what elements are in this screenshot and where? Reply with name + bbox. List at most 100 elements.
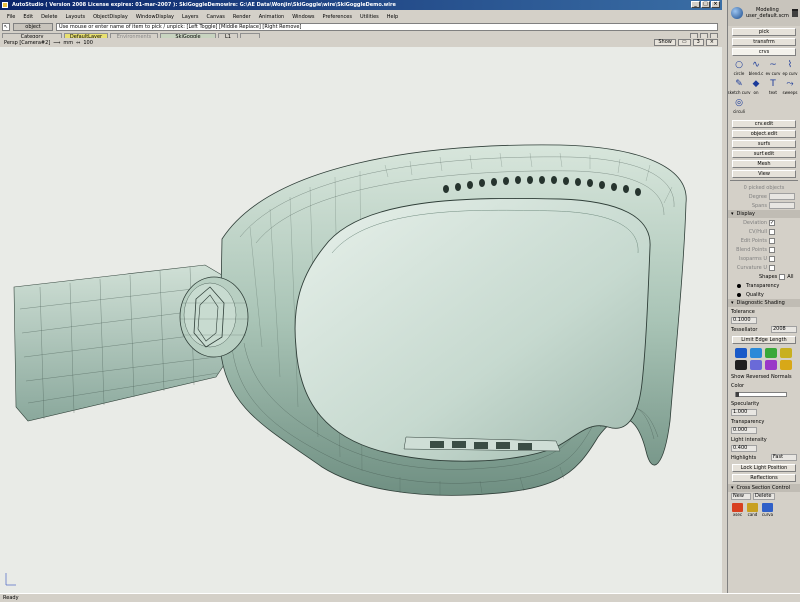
degree-field[interactable]	[769, 193, 795, 200]
menu-animation[interactable]: Animation	[255, 14, 289, 20]
menu-edit[interactable]: Edit	[19, 14, 37, 20]
section-mesh[interactable]: Mesh	[732, 160, 796, 168]
menu-preferences[interactable]: Preferences	[319, 14, 356, 20]
divider	[730, 180, 798, 181]
close-view-icon[interactable]: ×	[705, 39, 718, 46]
tolerance-field[interactable]: 0.1000	[731, 317, 757, 324]
specularity-label: Specularity	[731, 400, 760, 407]
section-crv-edit[interactable]: crv.edit	[732, 120, 796, 128]
maximize-view-icon[interactable]: ▭	[677, 39, 691, 46]
palette-header: Modeling user_default.scm	[728, 0, 800, 26]
globe-icon[interactable]	[731, 7, 743, 19]
xsec-icon	[732, 503, 743, 512]
menu-delete[interactable]: Delete	[37, 14, 61, 20]
menu-windows[interactable]: Windows	[288, 14, 318, 20]
highlights-field[interactable]: Fast	[771, 454, 797, 461]
blendpoints-checkbox[interactable]	[769, 246, 775, 253]
minimize-button[interactable]: _	[691, 1, 700, 8]
shader-swatch[interactable]	[750, 360, 762, 370]
shader-swatch[interactable]	[765, 348, 777, 358]
curvature-checkbox[interactable]	[769, 264, 775, 271]
shader-swatch[interactable]	[765, 360, 777, 370]
view-count[interactable]: 3	[692, 39, 704, 46]
tolerance-label: Tolerance	[731, 308, 755, 315]
axis-gizmo	[5, 573, 16, 586]
tool-text[interactable]: Ttext	[765, 79, 781, 97]
selection-info: 0 picked objects	[743, 184, 785, 191]
trash-icon[interactable]	[791, 9, 798, 17]
curve-tools: ○ circle ∿ blend.c ~ ev curv ⌇ ep curv ✎ sket…	[728, 58, 800, 118]
display-blendpoints-label: Blend Points	[736, 246, 767, 253]
tool-blend-curve[interactable]: ∿ blend.c	[748, 60, 764, 78]
menu-utilities[interactable]: Utilities	[356, 14, 383, 20]
menu-windowdisplay[interactable]: WindowDisplay	[132, 14, 178, 20]
transparency-field[interactable]: 0.000	[731, 427, 757, 434]
tool-sweeps[interactable]: ⤳ sweeps	[782, 79, 798, 97]
ski-goggle-model	[5, 144, 687, 586]
menu-layouts[interactable]: Layouts	[62, 14, 90, 20]
tool-on-surface[interactable]: ◆ on	[748, 79, 764, 97]
reflections-button[interactable]: Reflections	[732, 474, 796, 482]
display-header[interactable]: ▾ Display	[728, 210, 800, 218]
menu-layers[interactable]: Layers	[178, 14, 203, 20]
quality-option: Quality	[746, 291, 764, 298]
units-label: mm	[63, 39, 74, 46]
section-surf-edit[interactable]: surf.edit	[732, 150, 796, 158]
tool-circuli[interactable]: ◎ circuli	[731, 98, 747, 116]
pick-mode-field[interactable]: object	[13, 22, 53, 31]
tool-ep-curve[interactable]: ⌇ ep curv	[782, 60, 798, 78]
tab-transfrm[interactable]: transfrm	[732, 38, 796, 46]
maximize-button[interactable]: □	[701, 1, 710, 8]
color-slider[interactable]	[735, 392, 787, 397]
menu-help[interactable]: Help	[383, 14, 402, 20]
lock-light-button[interactable]: Lock Light Position	[732, 464, 796, 472]
shader-swatch[interactable]	[780, 348, 792, 358]
goggle-lens	[294, 197, 651, 462]
section-surfs[interactable]: surfs	[732, 140, 796, 148]
cvhull-checkbox[interactable]	[769, 228, 775, 235]
command-prompt[interactable]: Use mouse or enter name of item to pick …	[56, 22, 718, 31]
section-object-edit[interactable]: object.edit	[732, 130, 796, 138]
perspective-viewport[interactable]	[0, 47, 722, 593]
shader-swatch[interactable]	[780, 360, 792, 370]
limit-edge-length-button[interactable]: Limit Edge Length	[732, 336, 796, 344]
pick-mode-icon[interactable]: ↖	[2, 22, 10, 31]
cs-new-button[interactable]: New	[731, 493, 751, 500]
menu-file[interactable]: File	[3, 14, 19, 20]
shader-swatch[interactable]	[750, 348, 762, 358]
tessellator-field[interactable]: 2008	[771, 326, 797, 333]
slider-knob[interactable]	[736, 392, 739, 397]
tool-ev-curve[interactable]: ~ ev curv	[765, 60, 781, 78]
viewport-controls: Show ▭ 3 ×	[654, 38, 718, 47]
tab-pick[interactable]: pick	[732, 28, 796, 36]
shader-swatch[interactable]	[735, 348, 747, 358]
light-intensity-field[interactable]: 0.400	[731, 445, 757, 452]
tab-crvs[interactable]: crvs	[732, 48, 796, 56]
isoparms-checkbox[interactable]	[769, 255, 775, 262]
tool-palette: Modeling user_default.scm pick transfrm …	[727, 0, 800, 593]
tool-xsec[interactable]: xsec	[731, 503, 744, 517]
tool-sketch-curve[interactable]: ✎ sketch curv	[728, 79, 751, 97]
collapse-icon: ▾	[731, 300, 734, 306]
menu-canvas[interactable]: Canvas	[203, 14, 229, 20]
editpoints-checkbox[interactable]	[769, 237, 775, 244]
close-button[interactable]: ×	[711, 1, 720, 8]
diagnostic-shading-header[interactable]: ▾ Diagnostic Shading	[728, 299, 800, 307]
menu-render[interactable]: Render	[229, 14, 255, 20]
light-intensity-label: Light intensity	[731, 436, 767, 443]
cs-delete-button[interactable]: Delete	[753, 493, 775, 500]
shader-swatch[interactable]	[735, 360, 747, 370]
deviation-checkbox[interactable]: ✓	[769, 219, 775, 226]
spans-field[interactable]	[769, 202, 795, 209]
camera-label[interactable]: Persp [Camera#2]	[4, 40, 50, 46]
show-button[interactable]: Show	[654, 39, 676, 46]
section-view[interactable]: View	[732, 170, 796, 178]
tool-circle[interactable]: ○ circle	[731, 60, 747, 78]
tool-curva[interactable]: curva	[761, 503, 774, 517]
specularity-field[interactable]: 1.000	[731, 409, 757, 416]
cross-section-header[interactable]: ▾ Cross Section Control	[728, 484, 800, 492]
shapes-checkbox[interactable]	[779, 273, 786, 280]
show-reversed-normals[interactable]: Show Reversed Normals	[731, 374, 792, 380]
menu-objectdisplay[interactable]: ObjectDisplay	[89, 14, 132, 20]
tool-cand[interactable]: cand	[746, 503, 759, 517]
